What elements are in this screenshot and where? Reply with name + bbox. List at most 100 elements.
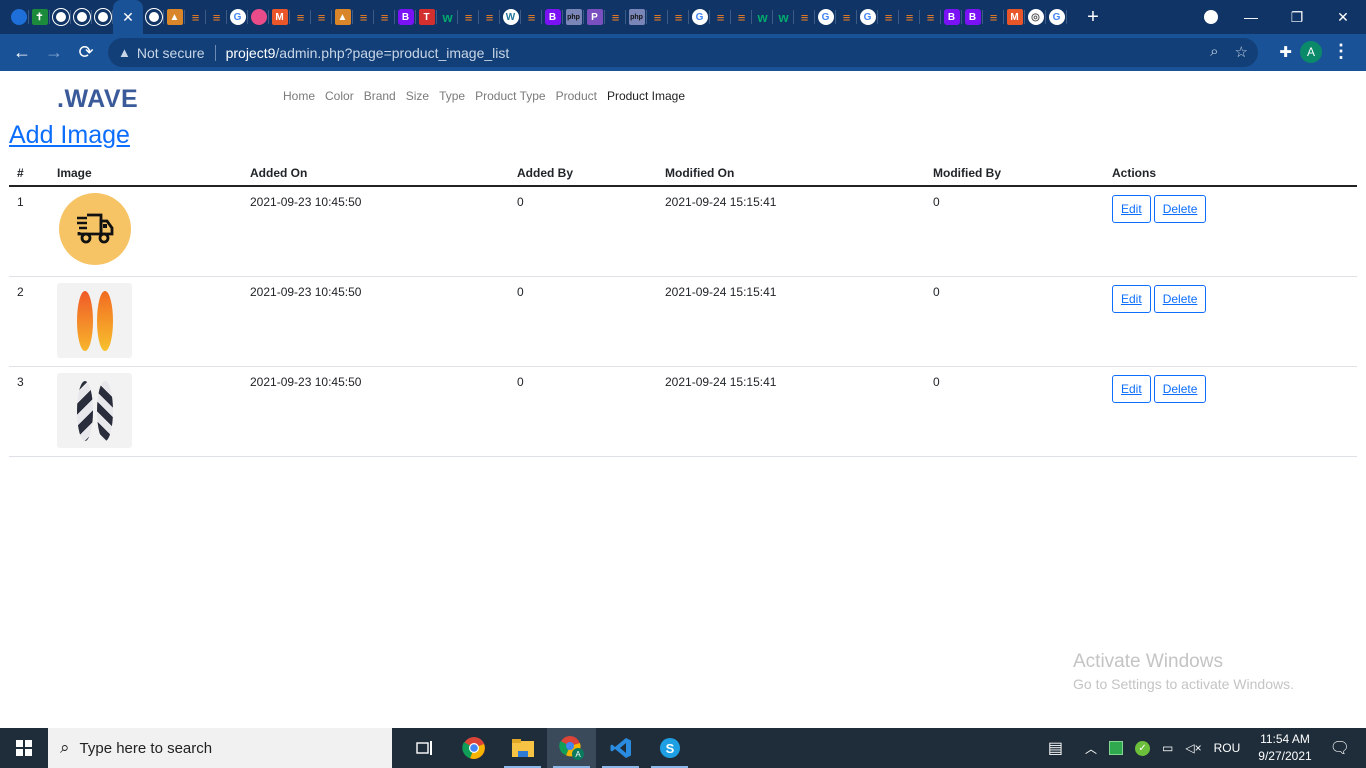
browser-tab[interactable] — [92, 0, 113, 34]
file-explorer-icon[interactable] — [498, 728, 547, 768]
profile-avatar[interactable]: A — [1300, 41, 1322, 63]
vscode-icon[interactable] — [596, 728, 645, 768]
security-label[interactable]: Not secure — [137, 45, 205, 61]
system-clock[interactable]: 11:54 AM 9/27/2021 — [1258, 731, 1311, 765]
browser-tab[interactable]: ≡ — [647, 0, 668, 34]
nav-link-product-type[interactable]: Product Type — [475, 89, 546, 103]
browser-tab[interactable]: ≡ — [899, 0, 920, 34]
browser-tab[interactable]: ≡ — [185, 0, 206, 34]
browser-tab[interactable]: ≡ — [794, 0, 815, 34]
input-language[interactable]: ROU — [1214, 741, 1241, 755]
browser-tab[interactable]: ≡ — [920, 0, 941, 34]
close-tab-icon[interactable]: ✕ — [122, 9, 134, 26]
security-check-icon[interactable]: ✓ — [1135, 740, 1151, 756]
browser-tab[interactable]: ≡ — [521, 0, 542, 34]
browser-tab[interactable]: ≡ — [374, 0, 395, 34]
tab-active[interactable]: ✕ — [113, 0, 143, 34]
browser-tab[interactable]: B — [962, 0, 983, 34]
wamp-server-icon[interactable] — [1109, 741, 1124, 755]
notification-center-icon[interactable]: 🗨 — [1330, 738, 1350, 758]
browser-tab[interactable] — [143, 0, 164, 34]
skype-icon[interactable]: S — [645, 728, 694, 768]
browser-menu-icon[interactable]: ⋮ — [1332, 41, 1350, 62]
browser-tab[interactable]: G — [815, 0, 836, 34]
windows-start-icon[interactable] — [0, 728, 48, 768]
warning-icon[interactable]: ▲ — [118, 45, 131, 60]
browser-tab[interactable]: B — [395, 0, 416, 34]
address-bar[interactable]: ▲ Not secure project9/admin.php?page=pro… — [108, 38, 1258, 67]
delete-button[interactable]: Delete — [1153, 195, 1207, 223]
browser-tab[interactable]: T — [416, 0, 437, 34]
back-icon[interactable]: ← — [6, 42, 38, 63]
browser-tab[interactable]: ≡ — [290, 0, 311, 34]
browser-tab[interactable]: w — [752, 0, 773, 34]
browser-tab[interactable]: w — [437, 0, 458, 34]
browser-tab[interactable]: ▲ — [164, 0, 185, 34]
zoom-icon[interactable]: ⌕ — [1210, 43, 1218, 61]
chrome-profile-icon[interactable]: A — [547, 728, 596, 768]
minimize-button[interactable]: — — [1228, 9, 1274, 25]
url-host[interactable]: project9 — [226, 45, 276, 61]
close-window-button[interactable]: ✕ — [1320, 9, 1366, 26]
bookmark-star-icon[interactable]: ☆ — [1235, 43, 1248, 61]
nav-link-home[interactable]: Home — [283, 89, 315, 103]
taskbar-search-box[interactable]: ⌕ Type here to search — [48, 728, 392, 768]
browser-tab[interactable]: B — [941, 0, 962, 34]
tab-search-icon[interactable] — [1204, 10, 1218, 24]
extensions-puzzle-icon[interactable]: ✚ — [1279, 43, 1292, 61]
task-view-icon[interactable] — [400, 728, 449, 768]
show-hidden-icons-chevron[interactable]: ︿ — [1085, 740, 1097, 757]
browser-tab[interactable]: B — [542, 0, 563, 34]
browser-tab[interactable]: ≡ — [479, 0, 500, 34]
delete-button[interactable]: Delete — [1153, 375, 1207, 403]
browser-tab[interactable]: ≡ — [878, 0, 899, 34]
browser-tab[interactable]: ≡ — [458, 0, 479, 34]
browser-tab[interactable] — [71, 0, 92, 34]
browser-tab[interactable]: ≡ — [836, 0, 857, 34]
browser-tab[interactable]: P — [584, 0, 605, 34]
nav-link-color[interactable]: Color — [325, 89, 354, 103]
nav-link-type[interactable]: Type — [439, 89, 465, 103]
browser-tab[interactable] — [248, 0, 269, 34]
browser-tab[interactable]: ◎ — [1025, 0, 1046, 34]
browser-tab[interactable] — [50, 0, 71, 34]
browser-tab[interactable]: ≡ — [731, 0, 752, 34]
brand-logo[interactable]: .WAVE — [57, 85, 138, 114]
browser-tab[interactable]: ≡ — [983, 0, 1004, 34]
nav-link-brand[interactable]: Brand — [364, 89, 396, 103]
battery-power-icon[interactable]: ▭ — [1162, 741, 1173, 755]
browser-tab[interactable]: ≡ — [311, 0, 332, 34]
browser-tab[interactable]: W — [500, 0, 521, 34]
browser-tab[interactable]: ▲ — [332, 0, 353, 34]
add-image-link[interactable]: Add Image — [9, 121, 130, 150]
browser-tab[interactable]: ≡ — [668, 0, 689, 34]
browser-tab[interactable]: G — [689, 0, 710, 34]
browser-tab[interactable]: php — [563, 0, 584, 34]
browser-tab[interactable]: G — [227, 0, 248, 34]
edit-button[interactable]: Edit — [1112, 285, 1151, 313]
reload-icon[interactable]: ⟳ — [70, 42, 102, 63]
chrome-icon[interactable] — [449, 728, 498, 768]
browser-tab[interactable]: w — [773, 0, 794, 34]
browser-tab[interactable] — [8, 0, 29, 34]
browser-tab[interactable]: php — [626, 0, 647, 34]
browser-tab[interactable]: M — [1004, 0, 1025, 34]
forward-icon[interactable]: → — [38, 42, 70, 63]
url-path[interactable]: /admin.php?page=product_image_list — [275, 45, 509, 61]
restore-button[interactable]: ❐ — [1274, 9, 1320, 26]
new-tab-button[interactable]: + — [1081, 6, 1105, 29]
browser-tab[interactable]: ≡ — [206, 0, 227, 34]
browser-tab[interactable]: ≡ — [605, 0, 626, 34]
delete-button[interactable]: Delete — [1153, 285, 1207, 313]
nav-link-product[interactable]: Product — [556, 89, 597, 103]
nav-link-size[interactable]: Size — [406, 89, 429, 103]
nav-link-product-image[interactable]: Product Image — [607, 89, 685, 103]
browser-tab[interactable]: ≡ — [353, 0, 374, 34]
browser-tab[interactable]: ✝ — [29, 0, 50, 34]
browser-tab[interactable]: G — [857, 0, 878, 34]
browser-tab[interactable]: G — [1046, 0, 1067, 34]
edit-button[interactable]: Edit — [1112, 375, 1151, 403]
browser-tab[interactable]: ≡ — [710, 0, 731, 34]
edit-button[interactable]: Edit — [1112, 195, 1151, 223]
volume-muted-icon[interactable]: ◁× — [1185, 741, 1201, 755]
